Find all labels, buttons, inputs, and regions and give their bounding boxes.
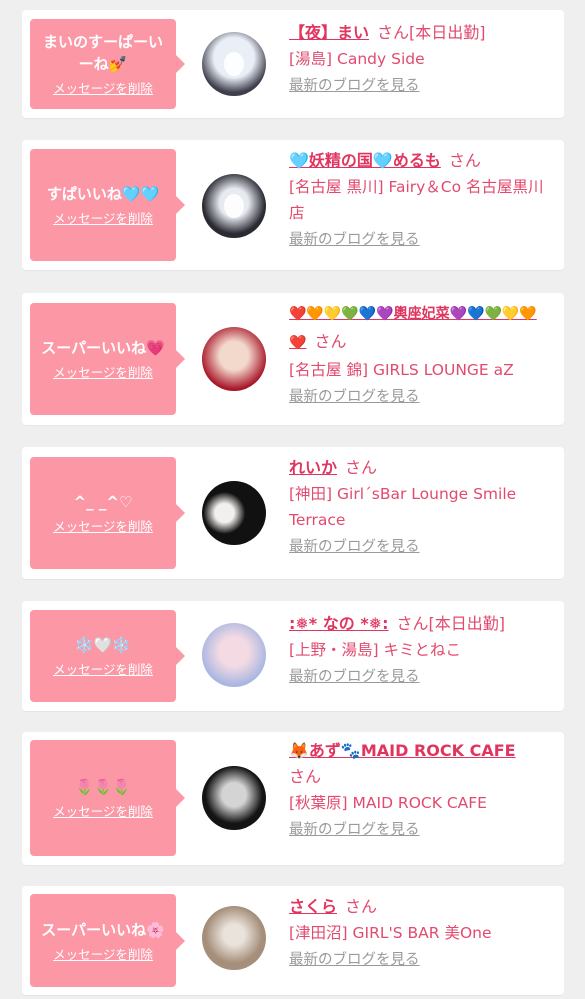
latest-blog-link[interactable]: 最新のブログを見る (289, 387, 420, 407)
message-bubble: 🌷🌷🌷 メッセージを削除 (30, 740, 185, 856)
girl-info: 【夜】まい さん[本日出勤] [湯島] Candy Side 最新のブログを見る (289, 20, 554, 96)
message-card: スーパーいいね💗 メッセージを削除 ❤️🧡💛💚💙💜輿座妃菜💜💙💚💛🧡❤️ さん [… (22, 293, 564, 425)
message-card: まいのすーぱーいーね💅 メッセージを削除 【夜】まい さん[本日出勤] [湯島] … (22, 10, 564, 118)
delete-message-link[interactable]: メッセージを削除 (53, 519, 153, 535)
work-status: [本日出勤] (428, 614, 506, 633)
name-line: 🦊あず🐾MAID ROCK CAFE さん (289, 738, 554, 790)
message-bubble: すぱいいね🩵🩵 メッセージを削除 (30, 149, 185, 261)
name-line: :❅* なの *❅: さん[本日出勤] (289, 611, 554, 637)
message-text: ❄️🤍❄️ (74, 636, 132, 654)
message-card: ^_ _^♡ メッセージを削除 れいか さん [神田] Girl´sBar Lou… (22, 447, 564, 579)
delete-message-link[interactable]: メッセージを削除 (53, 662, 153, 678)
honorific: さん (345, 897, 378, 916)
work-status: [本日出勤] (409, 23, 486, 42)
message-card: すぱいいね🩵🩵 メッセージを削除 🩵妖精の国🩵めるも さん [名古屋 黒川] Fa… (22, 140, 564, 270)
message-text: 🌷🌷🌷 (74, 778, 132, 796)
girl-info: さくら さん [津田沼] GIRL'S BAR 美One 最新のブログを見る (289, 894, 554, 970)
avatar[interactable] (202, 481, 266, 545)
avatar[interactable] (202, 174, 266, 238)
girl-name-link[interactable]: さくら (289, 897, 337, 916)
honorific: さん (396, 614, 429, 633)
girl-info: :❅* なの *❅: さん[本日出勤] [上野・湯島] キミとねこ 最新のブログを… (289, 611, 554, 687)
girl-info: 🩵妖精の国🩵めるも さん [名古屋 黒川] Fairy＆Co 名古屋黒川店 最新の… (289, 148, 554, 250)
avatar[interactable] (202, 327, 266, 391)
message-bubble: ❄️🤍❄️ メッセージを削除 (30, 610, 185, 702)
avatar[interactable] (202, 623, 266, 687)
message-text: ^_ _^♡ (73, 493, 133, 511)
girl-info: 🦊あず🐾MAID ROCK CAFE さん [秋葉原] MAID ROCK CAF… (289, 738, 554, 840)
avatar-blur-icon (224, 52, 244, 76)
girl-name-link[interactable]: :❅* なの *❅: (289, 614, 389, 633)
message-bubble: スーパーいいね💗 メッセージを削除 (30, 303, 185, 415)
message-bubble: スーパーいいね🌸 メッセージを削除 (30, 894, 185, 987)
message-list: まいのすーぱーいーね💅 メッセージを削除 【夜】まい さん[本日出勤] [湯島] … (0, 0, 585, 999)
message-text: スーパーいいね🌸 (41, 920, 165, 939)
latest-blog-link[interactable]: 最新のブログを見る (289, 76, 420, 96)
shop-label: [津田沼] GIRL'S BAR 美One (289, 924, 492, 942)
avatar-blur-icon (224, 194, 244, 218)
message-card: 🌷🌷🌷 メッセージを削除 🦊あず🐾MAID ROCK CAFE さん [秋葉原] … (22, 732, 564, 865)
delete-message-link[interactable]: メッセージを削除 (53, 211, 153, 227)
shop-label: [名古屋 錦] GIRLS LOUNGE aZ (289, 361, 514, 379)
honorific: さん (345, 458, 378, 477)
honorific: さん (314, 332, 347, 351)
avatar[interactable] (202, 766, 266, 830)
name-line: 【夜】まい さん[本日出勤] (289, 20, 554, 46)
avatar[interactable] (202, 32, 266, 96)
latest-blog-link[interactable]: 最新のブログを見る (289, 820, 420, 840)
name-line: さくら さん (289, 894, 554, 920)
message-card: スーパーいいね🌸 メッセージを削除 さくら さん [津田沼] GIRL'S BAR… (22, 886, 564, 995)
shop-label: [神田] Girl´sBar Lounge Smile Terrace (289, 485, 517, 529)
message-bubble: ^_ _^♡ メッセージを削除 (30, 457, 185, 569)
latest-blog-link[interactable]: 最新のブログを見る (289, 950, 420, 970)
shop-label: [名古屋 黒川] Fairy＆Co 名古屋黒川店 (289, 178, 544, 222)
message-text: まいのすーぱーいーね💅 (42, 33, 163, 73)
honorific: さん (377, 23, 410, 42)
message-bubble: まいのすーぱーいーね💅 メッセージを削除 (30, 19, 185, 109)
latest-blog-link[interactable]: 最新のブログを見る (289, 537, 420, 557)
delete-message-link[interactable]: メッセージを削除 (53, 81, 153, 97)
shop-label: [上野・湯島] キミとねこ (289, 641, 462, 659)
delete-message-link[interactable]: メッセージを削除 (53, 365, 153, 381)
shop-label: [湯島] Candy Side (289, 50, 425, 68)
girl-name-link[interactable]: 🩵妖精の国🩵めるも (289, 151, 441, 170)
name-line: 🩵妖精の国🩵めるも さん (289, 148, 554, 174)
message-card: ❄️🤍❄️ メッセージを削除 :❅* なの *❅: さん[本日出勤] [上野・湯島… (22, 601, 564, 711)
name-line: れいか さん (289, 455, 554, 481)
shop-label: [秋葉原] MAID ROCK CAFE (289, 794, 487, 812)
honorific: さん (289, 767, 322, 786)
girl-name-link[interactable]: 【夜】まい (289, 23, 369, 42)
honorific: さん (448, 151, 481, 170)
message-text: スーパーいいね💗 (41, 339, 165, 357)
latest-blog-link[interactable]: 最新のブログを見る (289, 230, 420, 250)
latest-blog-link[interactable]: 最新のブログを見る (289, 667, 420, 687)
girl-info: ❤️🧡💛💚💙💜輿座妃菜💜💙💚💛🧡❤️ さん [名古屋 錦] GIRLS LOUNG… (289, 299, 554, 407)
message-text: すぱいいね🩵🩵 (46, 185, 160, 203)
girl-name-link[interactable]: 🦊あず🐾MAID ROCK CAFE (289, 741, 516, 760)
delete-message-link[interactable]: メッセージを削除 (53, 804, 153, 820)
name-line: ❤️🧡💛💚💙💜輿座妃菜💜💙💚💛🧡❤️ さん (289, 299, 554, 357)
girl-name-link[interactable]: れいか (289, 458, 337, 477)
girl-info: れいか さん [神田] Girl´sBar Lounge Smile Terrac… (289, 455, 554, 557)
delete-message-link[interactable]: メッセージを削除 (53, 947, 153, 963)
avatar[interactable] (202, 906, 266, 970)
